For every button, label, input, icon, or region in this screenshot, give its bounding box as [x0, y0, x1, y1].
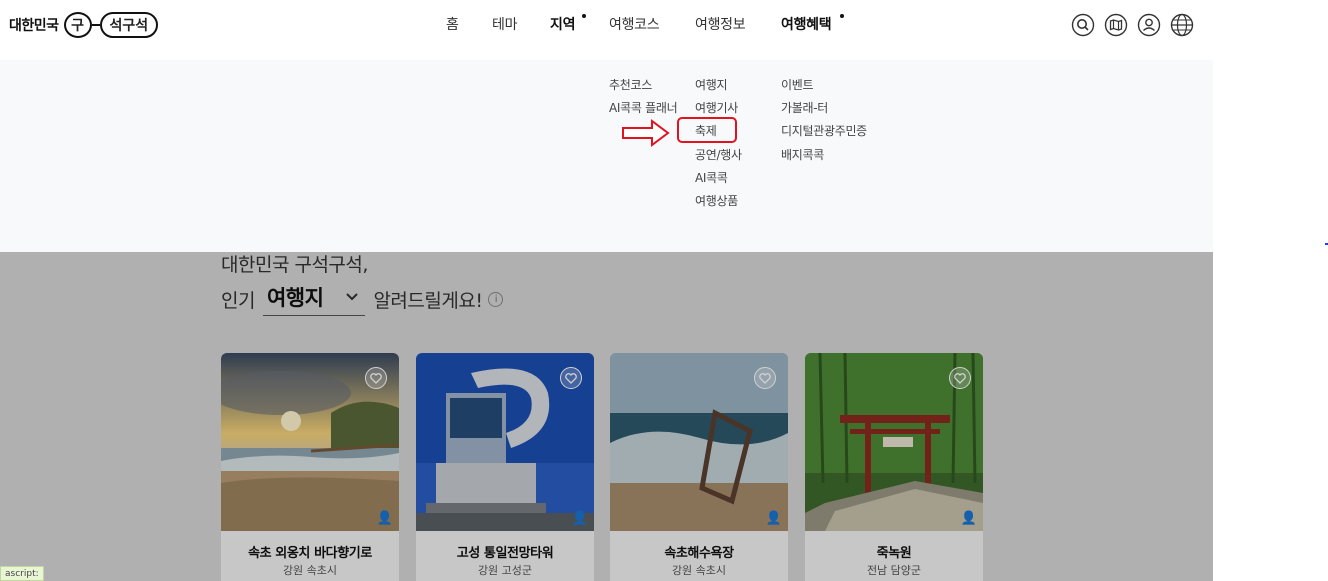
main-nav: 홈 테마 지역 여행코스 여행정보 여행혜택	[0, 14, 1213, 38]
popular-section: 대한민국 구석구석, 인기 여행지 알려드릴게요! i 👤 속초 외옹치 바다향…	[0, 252, 1213, 581]
submenu-ai-kokkok[interactable]: AI콕콕	[695, 169, 728, 186]
mega-menu-panel: 추천코스 AI콕콕 플래너 여행지 여행기사 축제 공연/행사 AI콕콕 여행상…	[0, 60, 1213, 252]
submenu-recommended-course[interactable]: 추천코스	[609, 76, 652, 93]
card-region: 강원 속초시	[282, 564, 338, 577]
headline-suffix: 알려드릴게요!	[373, 289, 483, 312]
section-headline: 대한민국 구석구석,	[221, 254, 368, 276]
submenu-destinations[interactable]: 여행지	[695, 76, 728, 93]
submenu-gabollae-ter[interactable]: 가볼래-터	[781, 99, 828, 116]
dim-overlay	[0, 252, 1213, 581]
nav-theme[interactable]: 테마	[492, 14, 517, 34]
heart-icon[interactable]	[560, 367, 582, 389]
section-subheadline: 인기 여행지 알려드릴게요! i	[221, 282, 504, 316]
card-title: 속초 외옹치 바다향기로	[248, 546, 372, 561]
heart-icon[interactable]	[949, 367, 971, 389]
submenu-digital-resident-card[interactable]: 디지털관광주민증	[781, 122, 867, 139]
submenu-ai-planner[interactable]: AI콕콕 플래너	[609, 99, 678, 116]
heart-icon[interactable]	[365, 367, 387, 389]
nav-region-dot	[582, 14, 586, 18]
info-icon[interactable]: i	[488, 291, 504, 307]
tour-mark-icon: 👤	[960, 511, 977, 526]
submenu-badge-kokkok[interactable]: 배지콕콕	[781, 146, 824, 163]
destination-card[interactable]: 👤 죽녹원 전남 담양군	[805, 353, 983, 581]
submenu-events[interactable]: 이벤트	[781, 76, 814, 93]
tour-mark-icon: 👤	[571, 511, 588, 526]
submenu-travel-articles[interactable]: 여행기사	[695, 99, 738, 116]
chevron-down-icon	[346, 293, 359, 301]
status-bar-text: ascript:	[0, 566, 44, 581]
nav-benefit-dot	[840, 14, 844, 18]
globe-icon[interactable]	[1170, 13, 1194, 37]
nav-travel-course[interactable]: 여행코스	[609, 14, 660, 34]
nav-home[interactable]: 홈	[446, 14, 459, 34]
nav-travel-benefit[interactable]: 여행혜택	[781, 14, 832, 34]
user-icon[interactable]	[1137, 13, 1161, 37]
destination-card[interactable]: 👤 고성 통일전망타워 강원 고성군	[416, 353, 594, 581]
destination-card[interactable]: 👤 속초해수욕장 강원 속초시	[610, 353, 788, 581]
festival-highlight-box	[677, 117, 737, 143]
nav-travel-info[interactable]: 여행정보	[695, 14, 746, 34]
card-region: 강원 고성군	[477, 564, 533, 577]
card-title: 속초해수욕장	[664, 546, 734, 561]
submenu-performances[interactable]: 공연/행사	[695, 146, 742, 163]
nav-region[interactable]: 지역	[550, 14, 575, 34]
search-icon[interactable]	[1071, 13, 1095, 37]
tour-mark-icon: 👤	[376, 511, 393, 526]
category-select[interactable]: 여행지	[262, 282, 366, 316]
heart-icon[interactable]	[754, 367, 776, 389]
submenu-travel-products[interactable]: 여행상품	[695, 192, 738, 209]
map-icon[interactable]	[1104, 13, 1128, 37]
card-title: 죽녹원	[876, 546, 912, 561]
card-region: 전남 담양군	[866, 564, 922, 577]
destination-card[interactable]: 👤 속초 외옹치 바다향기로 강원 속초시	[221, 353, 399, 581]
headline-prefix: 인기	[221, 289, 255, 312]
card-region: 강원 속초시	[671, 564, 727, 577]
tour-mark-icon: 👤	[765, 511, 782, 526]
utility-menu	[1071, 13, 1194, 37]
pointer-arrow-icon	[622, 119, 670, 147]
card-title: 고성 통일전망타워	[456, 546, 554, 561]
site-header: 대한민국 구 석구석 홈 테마 지역 여행코스 여행정보 여행혜택	[0, 0, 1213, 60]
category-select-value: 여행지	[266, 286, 324, 310]
